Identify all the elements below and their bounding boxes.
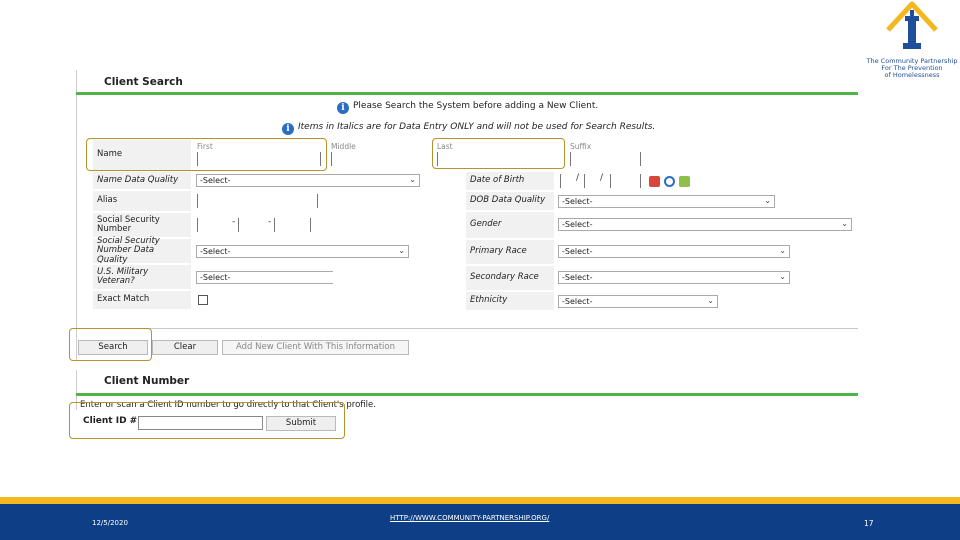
add-new-client-button[interactable]: Add New Client With This Information — [222, 340, 409, 355]
logo-text: The Community Partnership For The Preven… — [864, 58, 960, 79]
refresh-icon[interactable] — [664, 176, 675, 187]
select-value: -Select- — [562, 220, 593, 229]
dob-input-end — [640, 174, 644, 188]
chevron-down-icon: ⌄ — [779, 272, 786, 281]
search-info-message: i Please Search the System before adding … — [337, 101, 598, 114]
last-name-highlight — [432, 138, 565, 169]
logo-line: of Homelessness — [884, 71, 940, 79]
ssn-label: Social Security Number — [93, 213, 191, 237]
veteran-select[interactable]: -Select- — [196, 271, 333, 284]
select-value: -Select- — [200, 273, 231, 282]
dob-year-input[interactable] — [610, 174, 640, 188]
suffix-input[interactable] — [570, 152, 640, 166]
ssn-dash: - — [232, 217, 236, 227]
name-quality-label: Name Data Quality — [93, 172, 191, 189]
ssn-input-end — [310, 218, 314, 232]
dob-day-input[interactable] — [584, 174, 598, 188]
middle-name-header: Middle — [331, 142, 356, 151]
ssn-quality-label: Social Security Number Data Quality — [93, 236, 191, 265]
chevron-down-icon: ⌄ — [779, 246, 786, 255]
chevron-down-icon: ⌄ — [707, 296, 714, 305]
dob-slash: / — [576, 173, 580, 183]
footer-accent-bar — [0, 497, 960, 504]
section-divider — [76, 92, 858, 95]
chevron-down-icon: ⌄ — [398, 246, 405, 255]
page-number: 17 — [864, 519, 874, 528]
dob-quality-label: DOB Data Quality — [466, 192, 554, 210]
exact-match-label: Exact Match — [93, 291, 191, 309]
italics-info-message: i Items in Italics are for Data Entry ONL… — [282, 122, 655, 135]
select-value: -Select- — [200, 176, 231, 185]
gender-label: Gender — [466, 212, 554, 238]
secondary-race-label: Secondary Race — [466, 266, 554, 290]
veteran-label: U.S. Military Veteran? — [93, 265, 191, 289]
alias-label: Alias — [93, 191, 191, 211]
primary-race-label: Primary Race — [466, 240, 554, 264]
suffix-header: Suffix — [570, 142, 592, 151]
panel-border — [76, 70, 77, 360]
middle-name-input[interactable] — [331, 152, 421, 166]
primary-race-select[interactable]: -Select- ⌄ — [558, 245, 790, 258]
select-value: -Select- — [562, 273, 593, 282]
ssn-dash: - — [268, 217, 272, 227]
ethnicity-select[interactable]: -Select- ⌄ — [558, 295, 718, 308]
name-highlight — [86, 138, 327, 171]
house-logo-icon — [886, 1, 938, 49]
chevron-down-icon: ⌄ — [764, 196, 771, 205]
calculator-icon[interactable] — [679, 176, 690, 187]
section-divider — [76, 393, 858, 396]
ssn-part2-input[interactable] — [238, 218, 260, 232]
dob-quality-select[interactable]: -Select- ⌄ — [558, 195, 775, 208]
client-search-title: Client Search — [104, 76, 183, 88]
suffix-input-end — [640, 152, 644, 166]
select-value: -Select- — [200, 247, 231, 256]
chevron-down-icon: ⌄ — [409, 175, 416, 184]
client-number-title: Client Number — [104, 375, 190, 387]
alias-input-end — [317, 194, 321, 208]
ethnicity-label: Ethnicity — [466, 292, 554, 310]
info-icon: i — [337, 102, 349, 114]
dob-label: Date of Birth — [466, 172, 554, 190]
chevron-down-icon: ⌄ — [841, 219, 848, 228]
client-id-highlight — [69, 402, 345, 439]
ssn-part1-input[interactable] — [197, 218, 227, 232]
info-icon: i — [282, 123, 294, 135]
dob-month-input[interactable] — [560, 174, 574, 188]
select-value: -Select- — [562, 297, 593, 306]
select-value: -Select- — [562, 197, 593, 206]
info-text: Items in Italics are for Data Entry ONLY… — [298, 122, 656, 132]
footer-bar — [0, 504, 960, 540]
secondary-race-select[interactable]: -Select- ⌄ — [558, 271, 790, 284]
organization-logo: The Community Partnership For The Preven… — [864, 0, 960, 80]
search-button-highlight — [69, 328, 152, 361]
alias-input[interactable] — [197, 194, 317, 208]
ssn-part3-input[interactable] — [274, 218, 314, 232]
dob-slash: / — [600, 173, 604, 183]
name-quality-select[interactable]: -Select- ⌄ — [196, 174, 420, 187]
footer-date: 12/5/2020 — [92, 519, 128, 527]
footer-url-link[interactable]: HTTP://WWW.COMMUNITY-PARTNERSHIP.ORG/ — [390, 514, 549, 522]
clear-button[interactable]: Clear — [152, 340, 218, 355]
info-text: Please Search the System before adding a… — [353, 101, 599, 111]
exact-match-checkbox[interactable] — [198, 295, 208, 305]
gender-select[interactable]: -Select- ⌄ — [558, 218, 852, 231]
select-value: -Select- — [562, 247, 593, 256]
section-divider — [76, 328, 858, 329]
ssn-quality-select[interactable]: -Select- ⌄ — [196, 245, 409, 258]
calendar-icon[interactable] — [649, 176, 660, 187]
